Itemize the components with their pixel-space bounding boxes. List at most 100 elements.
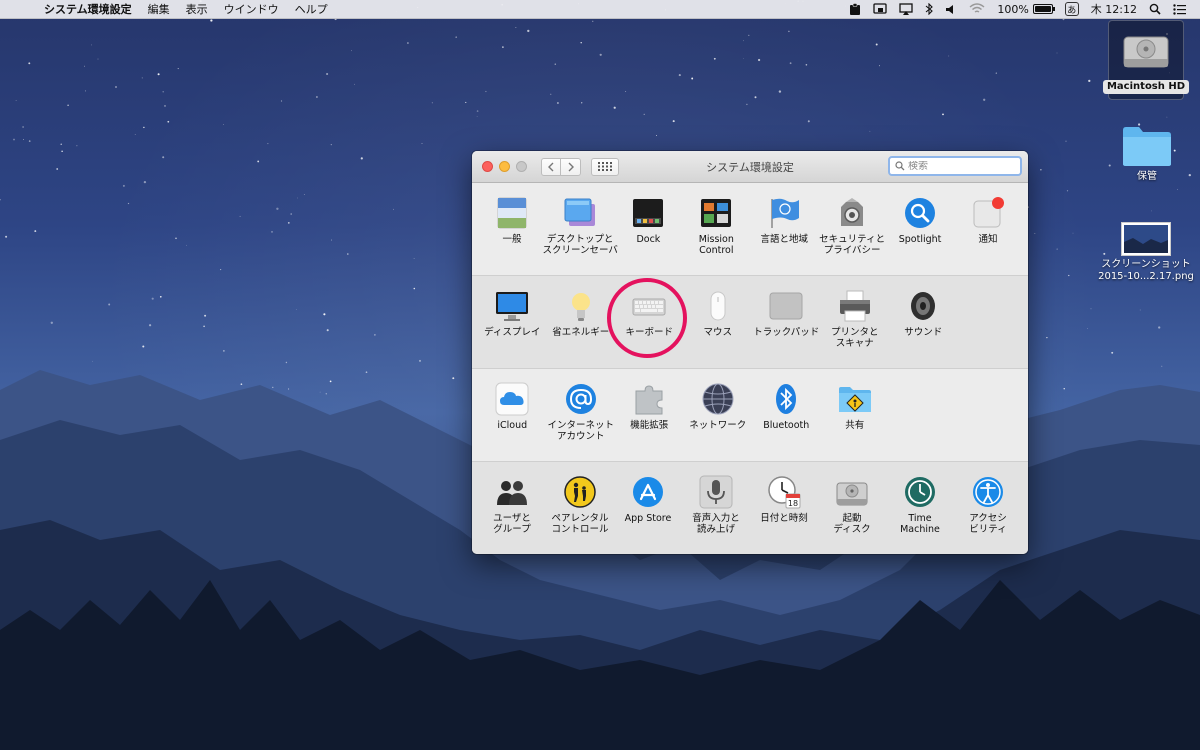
volume-icon[interactable] [939,0,963,19]
close-button[interactable] [482,161,493,172]
notification-center-icon[interactable] [1167,0,1192,19]
spotlight-search-icon[interactable] [1143,0,1167,19]
pref-accessibility[interactable]: アクセシ ビリティ [954,475,1022,554]
desktop-item-macintosh-hd[interactable]: Macintosh HD [1102,20,1190,100]
star [1176,189,1178,190]
mission-control-icon [699,196,733,230]
wifi-icon[interactable] [963,0,991,19]
menu-edit[interactable]: 編集 [140,1,178,17]
desktop-item-folder[interactable]: 保管 [1110,124,1184,183]
star [297,197,298,199]
pref-internet-accounts[interactable]: インターネット アカウント [547,382,616,461]
pref-mouse[interactable]: マウス [684,289,753,368]
star [151,297,154,300]
input-method[interactable]: あ [1059,0,1085,19]
star [678,74,681,77]
menu-help[interactable]: ヘルプ [287,1,336,17]
menu-view[interactable]: 表示 [178,1,216,17]
pref-sound[interactable]: サウンド [889,289,958,368]
star [186,244,187,246]
pref-label: アクセシ ビリティ [969,513,1007,535]
forward-button[interactable] [561,157,581,176]
zoom-button[interactable] [516,161,527,172]
star [91,44,92,46]
star [84,90,86,92]
window-controls [482,161,527,172]
search-input[interactable] [908,160,1008,172]
menu-app-name[interactable]: システム環境設定 [36,1,140,17]
navigation-buttons [541,157,581,176]
menu-window[interactable]: ウインドウ [216,1,287,17]
star [878,65,880,67]
pref-printers-scanners[interactable]: プリンタと スキャナ [821,289,890,368]
pref-network[interactable]: ネットワーク [684,382,753,461]
star [276,207,279,210]
pref-notifications[interactable]: 通知 [954,196,1022,275]
pref-dictation-speech[interactable]: 音声入力と 読み上げ [682,475,750,554]
star [162,91,164,93]
pref-language-region[interactable]: 言語と地域 [750,196,818,275]
pref-trackpad[interactable]: トラックパッド [752,289,821,368]
clock[interactable]: 木 12:12 [1085,0,1143,19]
pref-time-machine[interactable]: Time Machine [886,475,954,554]
pref-label: Time Machine [900,513,940,535]
star [67,104,69,107]
star [656,135,657,136]
pref-section-system: ユーザと グループ ペアレンタル コントロール App Store 音声入力と … [472,462,1028,554]
show-all-button[interactable] [591,157,619,176]
star [625,91,627,92]
pref-parental-controls[interactable]: ペアレンタル コントロール [546,475,614,554]
desktop-item-screenshot[interactable]: スクリーンショット 2015-10...2.17.png [1096,222,1196,283]
chevron-left-icon [548,162,554,171]
star [303,194,305,195]
star [239,215,241,217]
pref-dock[interactable]: Dock [614,196,682,275]
star [13,138,15,141]
star [34,230,37,233]
status-cast-icon[interactable] [867,0,893,19]
search-icon [895,161,905,171]
desktop-screensaver-icon [563,196,597,230]
pref-users-groups[interactable]: ユーザと グループ [478,475,546,554]
pref-section-hardware: ディスプレイ 省エネルギー キーボード マウス トラックパッド プリンタと スキ… [472,276,1028,369]
star [1066,190,1069,192]
battery-status[interactable]: 100% [991,0,1058,19]
pref-date-time[interactable]: 18 日付と時刻 [750,475,818,554]
back-button[interactable] [541,157,561,176]
pref-displays[interactable]: ディスプレイ [478,289,547,368]
star [354,83,356,85]
star [1072,232,1074,234]
star [108,303,111,306]
pref-extensions[interactable]: 機能拡張 [615,382,684,461]
pref-sharing[interactable]: 共有 [821,382,890,461]
bluetooth-status-icon[interactable] [919,0,939,19]
pref-icloud[interactable]: iCloud [478,382,547,461]
star [788,30,790,33]
star [713,57,716,60]
pref-energy-saver[interactable]: 省エネルギー [547,289,616,368]
pref-security-privacy[interactable]: セキュリティと プライバシー [818,196,886,275]
star [748,34,750,37]
pref-app-store[interactable]: App Store [614,475,682,554]
desktop-item-label: Macintosh HD [1102,80,1190,94]
pref-spotlight[interactable]: Spotlight [886,196,954,275]
pref-bluetooth[interactable]: Bluetooth [752,382,821,461]
pref-keyboard[interactable]: キーボード [615,289,684,368]
star [280,100,283,102]
search-field[interactable] [888,156,1022,176]
pref-general[interactable]: 一般 [478,196,546,275]
star [290,213,293,215]
pref-label: ペアレンタル コントロール [551,513,609,535]
minimize-button[interactable] [499,161,510,172]
star [323,313,326,316]
star [360,157,363,160]
pref-desktop-screensaver[interactable]: デスクトップと スクリーンセーバ [542,196,618,275]
pref-mission-control[interactable]: Mission Control [682,196,750,275]
star [157,73,160,76]
status-clipboard-icon[interactable] [843,0,867,19]
airplay-icon[interactable] [893,0,919,19]
pref-label: プリンタと スキャナ [830,327,879,349]
pref-startup-disk[interactable]: 起動 ディスク [818,475,886,554]
dictation-speech-icon [699,475,733,509]
star [1034,232,1036,235]
